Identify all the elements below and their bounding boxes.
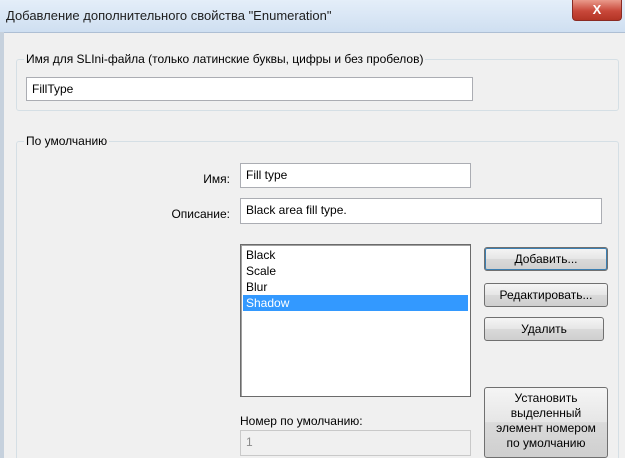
set-default-button[interactable]: Установить выделенный элемент номером по… <box>484 387 608 458</box>
default-number-label: Номер по умолчанию: <box>240 414 363 428</box>
description-label: Описание: <box>171 207 230 221</box>
list-item[interactable]: Scale <box>243 263 468 279</box>
default-number-input[interactable]: 1 <box>240 430 471 456</box>
enum-values-list[interactable]: Black Scale Blur Shadow <box>240 244 471 397</box>
close-icon: X <box>592 2 602 17</box>
edit-button[interactable]: Редактировать... <box>484 283 608 307</box>
ini-name-input[interactable]: FillType <box>26 77 473 101</box>
name-label: Имя: <box>203 172 230 186</box>
list-item[interactable]: Black <box>243 247 468 263</box>
ini-name-legend: Имя для SLIni-файла (только латинские бу… <box>24 52 426 66</box>
defaults-legend: По умолчанию <box>24 134 110 148</box>
dialog-window: Добавление дополнительного свойства "Enu… <box>0 0 625 458</box>
window-title: Добавление дополнительного свойства "Enu… <box>6 8 332 23</box>
title-bar[interactable]: Добавление дополнительного свойства "Enu… <box>0 0 625 33</box>
list-item[interactable]: Blur <box>243 279 468 295</box>
close-button[interactable]: X <box>572 0 622 21</box>
description-input[interactable]: Black area fill type. <box>240 198 602 224</box>
list-item-selected[interactable]: Shadow <box>243 295 468 311</box>
set-default-button-label: Установить выделенный элемент номером по… <box>496 391 596 450</box>
window-edge <box>0 32 4 458</box>
add-button[interactable]: Добавить... <box>484 247 608 271</box>
delete-button[interactable]: Удалить <box>484 317 604 341</box>
name-input[interactable]: Fill type <box>240 163 471 188</box>
